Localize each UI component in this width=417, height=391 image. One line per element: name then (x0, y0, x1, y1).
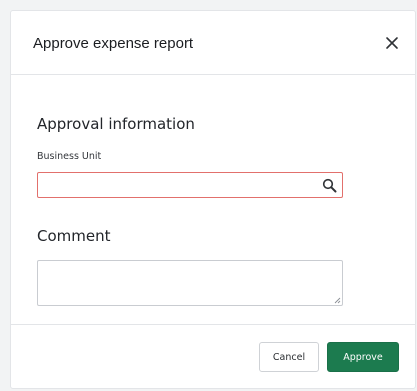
dialog-header: Approve expense report (11, 11, 415, 75)
close-icon (386, 37, 398, 49)
comment-label: Comment (37, 227, 111, 245)
cancel-button[interactable]: Cancel (259, 342, 319, 372)
business-unit-field (37, 172, 343, 198)
search-icon (322, 178, 337, 193)
business-unit-label: Business Unit (37, 151, 102, 162)
section-title: Approval information (37, 115, 195, 133)
close-button[interactable] (385, 36, 399, 50)
approve-expense-dialog: Approve expense report Approval informat… (10, 10, 416, 389)
business-unit-input[interactable] (44, 174, 314, 196)
comment-textarea[interactable] (37, 260, 343, 306)
dialog-title: Approve expense report (33, 35, 194, 52)
business-unit-search-button[interactable] (322, 178, 337, 193)
dialog-body: Approval information Business Unit Comme… (11, 75, 415, 325)
dialog-footer: Cancel Approve (11, 325, 415, 388)
approve-button[interactable]: Approve (327, 342, 399, 372)
resize-grip-icon[interactable] (334, 297, 341, 304)
